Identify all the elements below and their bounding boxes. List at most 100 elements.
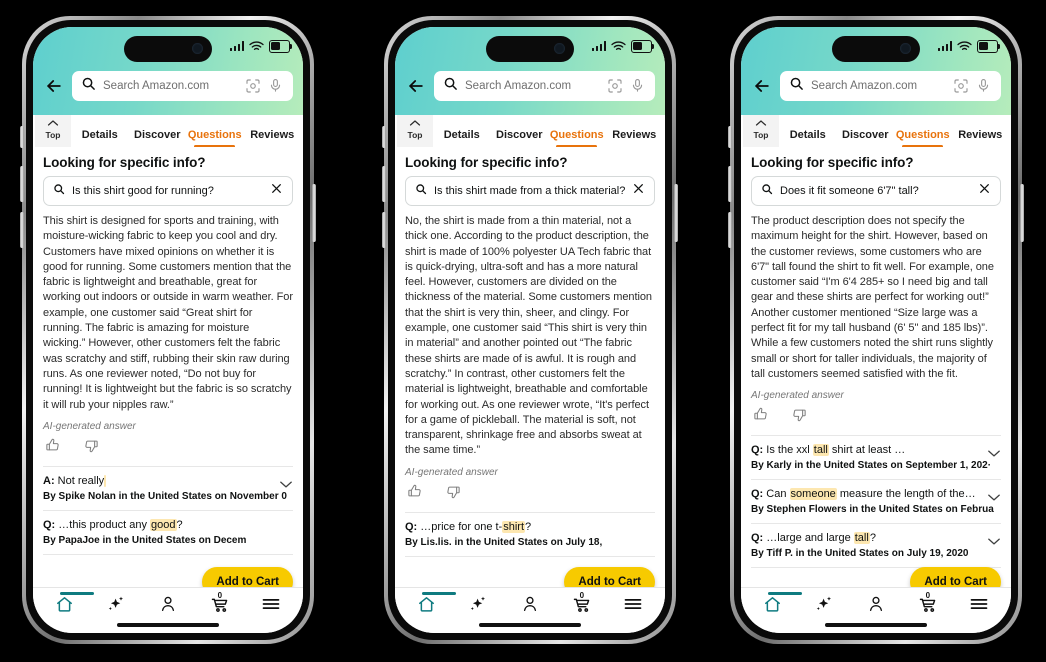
dynamic-island bbox=[832, 36, 920, 62]
nav-cart[interactable]: 0 bbox=[202, 591, 238, 621]
nav-cart[interactable]: 0 bbox=[564, 591, 600, 621]
home-indicator-bar bbox=[117, 623, 219, 627]
microphone-icon[interactable] bbox=[268, 78, 284, 94]
silent-switch[interactable] bbox=[728, 126, 732, 148]
back-arrow-icon[interactable] bbox=[43, 75, 65, 97]
thumbs-down-icon[interactable] bbox=[84, 438, 99, 458]
search-input[interactable]: Search Amazon.com bbox=[72, 71, 293, 101]
tab-discover[interactable]: Discover bbox=[837, 129, 895, 147]
ai-generated-label: AI-generated answer bbox=[405, 466, 498, 478]
qa-row[interactable]: Q: …price for one t-shirt? By Lis.lis. i… bbox=[395, 513, 665, 556]
back-arrow-icon[interactable] bbox=[405, 75, 427, 97]
nav-menu[interactable] bbox=[253, 593, 289, 621]
qa-after: ? bbox=[176, 518, 183, 531]
divider bbox=[43, 553, 293, 555]
power-button[interactable] bbox=[312, 184, 316, 242]
nav-cart[interactable]: 0 bbox=[910, 591, 946, 621]
silent-switch[interactable] bbox=[382, 126, 386, 148]
hamburger-menu-icon bbox=[969, 596, 989, 617]
search-icon bbox=[443, 76, 458, 96]
nav-home[interactable] bbox=[409, 591, 456, 621]
questions-content: Looking for specific info? Is this shirt… bbox=[395, 147, 665, 587]
chevron-down-icon[interactable] bbox=[987, 533, 1001, 551]
tab-details[interactable]: Details bbox=[433, 129, 491, 147]
nav-rufus[interactable] bbox=[460, 593, 496, 621]
qa-text: …large and large bbox=[766, 532, 854, 545]
thumbs-up-icon[interactable] bbox=[45, 438, 60, 458]
nav-active-indicator bbox=[767, 591, 802, 595]
nav-menu[interactable] bbox=[961, 593, 997, 621]
silent-switch[interactable] bbox=[20, 126, 24, 148]
nav-rufus[interactable] bbox=[806, 593, 842, 621]
thumbs-down-icon[interactable] bbox=[792, 407, 807, 427]
tab-details[interactable]: Details bbox=[71, 129, 129, 147]
nav-account[interactable] bbox=[512, 593, 548, 621]
qa-row[interactable]: Q: …this product any good? By PapaJoe in… bbox=[33, 511, 303, 554]
tab-discover[interactable]: Discover bbox=[491, 129, 549, 147]
phone-screen: Search Amazon.com Top Details Discover Que… bbox=[395, 27, 665, 633]
qa-text: Can bbox=[766, 488, 790, 501]
ai-answer-text: The product description does not specify… bbox=[751, 215, 994, 380]
chevron-down-icon[interactable] bbox=[987, 445, 1001, 463]
battery-icon bbox=[631, 40, 655, 53]
nav-home[interactable] bbox=[755, 591, 802, 621]
thumbs-up-icon[interactable] bbox=[753, 407, 768, 427]
search-input[interactable]: Search Amazon.com bbox=[780, 71, 1001, 101]
qa-row[interactable]: Q: Can someone measure the length of the… bbox=[741, 480, 1011, 523]
volume-down-button[interactable] bbox=[382, 212, 386, 248]
qa-highlight: shirt bbox=[502, 520, 525, 533]
volume-up-button[interactable] bbox=[728, 166, 732, 202]
qa-row[interactable]: Q: Is the xxl tall shirt at least … By K… bbox=[741, 436, 1011, 479]
volume-down-button[interactable] bbox=[728, 212, 732, 248]
question-search-box[interactable]: Does it fit someone 6'7" tall? bbox=[751, 176, 1001, 206]
account-person-icon bbox=[521, 595, 539, 618]
thumbs-down-icon[interactable] bbox=[446, 484, 461, 504]
home-indicator-bar bbox=[479, 623, 581, 627]
tab-top[interactable]: Top bbox=[397, 115, 433, 147]
lens-camera-icon[interactable] bbox=[953, 78, 969, 94]
power-button[interactable] bbox=[674, 184, 678, 242]
question-search-box[interactable]: Is this shirt made from a thick material… bbox=[405, 176, 655, 206]
nav-menu[interactable] bbox=[615, 593, 651, 621]
nav-home[interactable] bbox=[47, 591, 94, 621]
tab-questions[interactable]: Questions bbox=[548, 129, 606, 148]
chevron-down-icon[interactable] bbox=[279, 476, 293, 494]
nav-account[interactable] bbox=[150, 593, 186, 621]
microphone-icon[interactable] bbox=[630, 78, 646, 94]
lens-camera-icon[interactable] bbox=[607, 78, 623, 94]
tab-reviews[interactable]: Reviews bbox=[606, 129, 664, 147]
close-icon[interactable] bbox=[978, 182, 991, 200]
search-icon bbox=[415, 182, 427, 200]
qa-row[interactable]: A: Not really By Spike Nolan in the Unit… bbox=[33, 467, 303, 510]
lens-camera-icon[interactable] bbox=[245, 78, 261, 94]
qa-prefix: Q: bbox=[751, 488, 764, 501]
power-button[interactable] bbox=[1020, 184, 1024, 242]
qa-row[interactable]: Q: …large and large tall? By Tiff P. in … bbox=[741, 524, 1011, 567]
thumbs-up-icon[interactable] bbox=[407, 484, 422, 504]
microphone-icon[interactable] bbox=[976, 78, 992, 94]
volume-down-button[interactable] bbox=[20, 212, 24, 248]
close-icon[interactable] bbox=[270, 182, 283, 200]
close-icon[interactable] bbox=[632, 182, 645, 200]
tab-questions[interactable]: Questions bbox=[186, 129, 244, 148]
bottom-nav: 0 bbox=[33, 587, 303, 633]
tab-details[interactable]: Details bbox=[779, 129, 837, 147]
nav-account[interactable] bbox=[858, 593, 894, 621]
search-input[interactable]: Search Amazon.com bbox=[434, 71, 655, 101]
tab-discover[interactable]: Discover bbox=[129, 129, 187, 147]
question-search-box[interactable]: Is this shirt good for running? bbox=[43, 176, 293, 206]
qa-highlight bbox=[104, 474, 107, 487]
nav-rufus[interactable] bbox=[98, 593, 134, 621]
chevron-down-icon[interactable] bbox=[987, 489, 1001, 507]
volume-up-button[interactable] bbox=[382, 166, 386, 202]
tab-top[interactable]: Top bbox=[743, 115, 779, 147]
tab-questions[interactable]: Questions bbox=[894, 129, 952, 148]
tab-reviews[interactable]: Reviews bbox=[952, 129, 1010, 147]
tab-top[interactable]: Top bbox=[35, 115, 71, 147]
question-search-value: Does it fit someone 6'7" tall? bbox=[780, 185, 919, 197]
tab-reviews[interactable]: Reviews bbox=[244, 129, 302, 147]
dynamic-island bbox=[486, 36, 574, 62]
volume-up-button[interactable] bbox=[20, 166, 24, 202]
search-placeholder: Search Amazon.com bbox=[811, 80, 918, 92]
back-arrow-icon[interactable] bbox=[751, 75, 773, 97]
